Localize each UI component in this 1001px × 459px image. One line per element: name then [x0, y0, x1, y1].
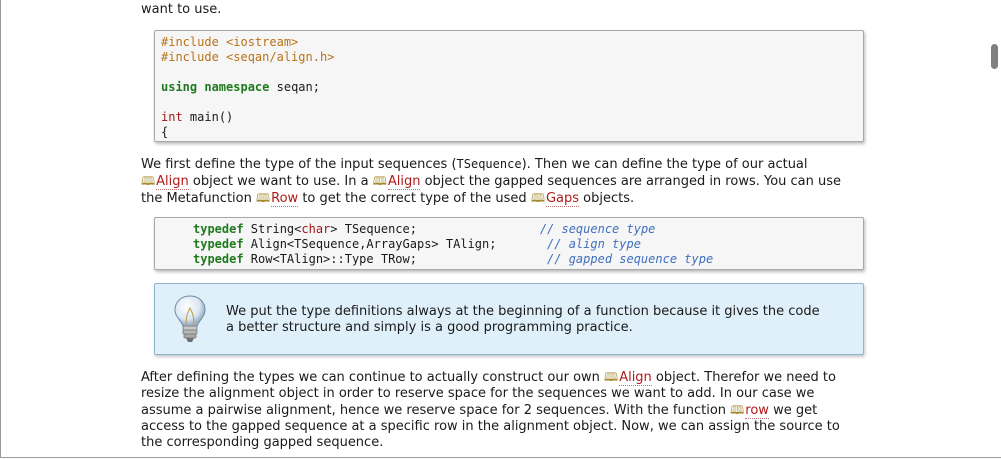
link-align-2[interactable]: Align	[387, 174, 421, 190]
comment-sequence-type: // sequence type	[539, 222, 656, 236]
open-brace: {	[161, 125, 169, 139]
book-icon: 🕮	[604, 370, 619, 384]
comment-gapped-sequence-type: // gapped sequence type	[547, 252, 714, 266]
para1-text-3: object we want to use. In a	[188, 174, 373, 189]
para3-text-6: access to the gapped sequence at a speci…	[141, 419, 840, 434]
typedef-keyword: typedef	[193, 252, 244, 266]
para1-text-1: We first define the type of the input se…	[141, 157, 457, 172]
include-iostream: #include <iostream>	[161, 35, 299, 49]
pad-1	[417, 222, 540, 236]
para3-text-5: we get	[768, 403, 818, 418]
tip-line-2: a better structure and simply is a good …	[226, 320, 633, 335]
comment-align-type: // align type	[547, 237, 641, 251]
book-icon: 🕮	[730, 403, 745, 417]
typedef-keyword: typedef	[193, 222, 244, 236]
typedef-string-b: > TSequence;	[330, 222, 417, 236]
lightbulb-icon	[174, 295, 206, 342]
para3-text-4: assume a pairwise alignment, hence we re…	[141, 403, 731, 418]
inline-code-tsequence: TSequence	[456, 157, 522, 171]
main-signature: main()	[189, 110, 234, 124]
para1-text-4: object the gapped sequences are arranged…	[420, 174, 842, 189]
namespace-name: seqan;	[276, 80, 320, 94]
para1-text-2: ). Then we can define the type of our ac…	[521, 157, 808, 172]
link-align-3[interactable]: Align	[619, 370, 652, 386]
char-keyword: char	[301, 222, 331, 236]
link-gaps[interactable]: Gaps	[545, 191, 580, 207]
link-row[interactable]: Row	[271, 191, 299, 207]
pad-3	[417, 252, 547, 266]
link-align[interactable]: Align	[156, 174, 189, 190]
tip-box: We put the type definitions always at th…	[154, 283, 864, 355]
link-row-function[interactable]: row	[745, 403, 769, 419]
tip-line-1: We put the type definitions always at th…	[226, 304, 820, 319]
scrollbar-thumb[interactable]	[991, 44, 998, 69]
para1-text-6: to get the correct type of the used	[298, 191, 531, 206]
code-block-includes: #include <iostream> #include <seqan/alig…	[154, 30, 864, 142]
typedef-align: Align<TSequence,ArrayGaps> TAlign;	[243, 237, 497, 251]
para3-text-1: After defining the types we can continue…	[141, 370, 605, 385]
pad-2	[496, 237, 547, 251]
int-keyword: int	[161, 110, 183, 124]
typedef-row: Row<TAlign>::Type TRow;	[243, 252, 417, 266]
typedef-string-a: String<	[243, 222, 302, 236]
namespace-keyword: namespace	[204, 80, 270, 94]
code-block-typedefs: typedef String<char> TSequence; // seque…	[154, 217, 864, 270]
para3-text-3: resize the alignment object in order to …	[141, 386, 815, 401]
book-icon: 🕮	[141, 174, 156, 188]
para1-text-7: objects.	[579, 191, 635, 206]
tip-text: We put the type definitions always at th…	[226, 304, 856, 336]
para1-text-5: the Metafunction	[141, 191, 256, 206]
book-icon: 🕮	[255, 191, 271, 205]
paragraph-construct: After defining the types we can continue…	[141, 369, 881, 451]
vertical-scrollbar[interactable]	[987, 0, 1001, 457]
intro-text: want to use.	[141, 2, 222, 17]
book-icon: 🕮	[530, 191, 545, 205]
para3-text-2: object. Therefor we need to	[651, 370, 836, 385]
book-icon: 🕮	[372, 174, 387, 188]
include-align: #include <seqan/align.h>	[161, 50, 335, 64]
typedef-keyword: typedef	[193, 237, 244, 251]
using-keyword: using	[161, 80, 198, 94]
paragraph-types: We first define the type of the input se…	[141, 156, 881, 207]
para3-text-7: the corresponding gapped sequence.	[141, 435, 384, 450]
